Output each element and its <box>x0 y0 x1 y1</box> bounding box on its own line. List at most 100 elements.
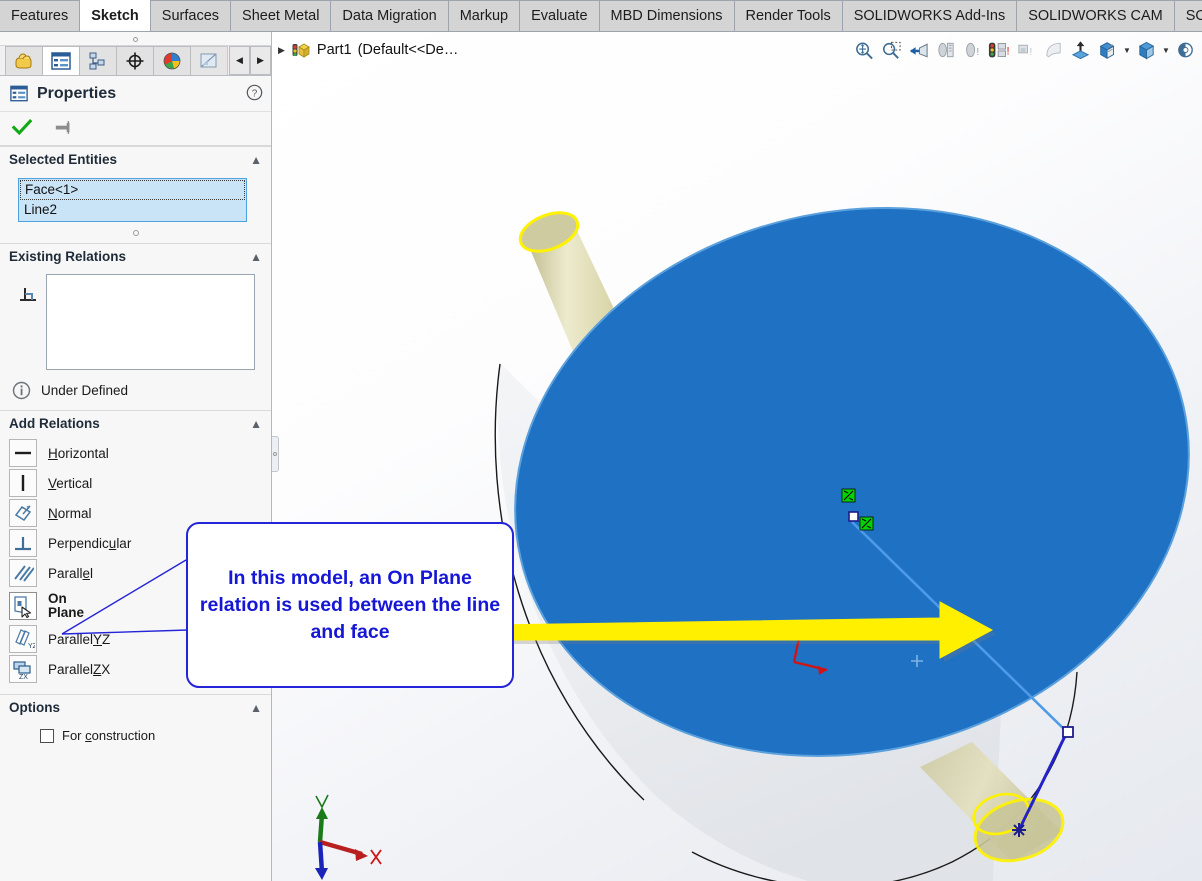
manager-tab-scroll-right[interactable]: ▶ <box>250 46 271 75</box>
sketch-line-endpoint-top[interactable] <box>849 512 858 521</box>
display-style-dropdown-button[interactable] <box>1134 37 1159 63</box>
appearances-tab[interactable] <box>153 46 191 75</box>
relation-marker-upper[interactable] <box>842 489 855 502</box>
status-badge: Under Defined <box>0 370 271 410</box>
list-item[interactable]: Face<1> <box>20 180 245 200</box>
selected-entities-list[interactable]: Face<1> Line2 <box>18 178 247 222</box>
hand-icon <box>13 51 35 71</box>
pin-button[interactable] <box>54 120 74 138</box>
relation-vertical[interactable]: Vertical <box>9 468 271 498</box>
graphics-toolbar: ▶ Part1 (Default<<De… <box>272 32 1202 68</box>
tab-sketch[interactable]: Sketch <box>79 0 150 31</box>
graphics-area[interactable]: ▶ Part1 (Default<<De… <box>272 32 1202 881</box>
tab-markup[interactable]: Markup <box>448 0 519 31</box>
accept-button[interactable] <box>12 119 32 139</box>
view-settings-button[interactable] <box>1095 37 1120 63</box>
existing-relations-area <box>0 269 271 370</box>
annotation-callout: In this model, an On Plane relation is u… <box>186 522 514 688</box>
display-style-button[interactable]: ! <box>987 37 1012 63</box>
normal-relation-icon <box>12 503 34 523</box>
chevron-down-icon[interactable]: ▼ <box>1161 46 1171 55</box>
perpendicular-relation-icon <box>17 284 39 304</box>
zoom-to-fit-button[interactable] <box>852 37 877 63</box>
relation-label-line1: On <box>48 592 84 606</box>
part-configuration[interactable]: (Default<<De… <box>358 42 459 58</box>
section-header-selected-entities[interactable]: Selected Entities ▲ <box>0 146 271 172</box>
horizontal-relation-icon <box>12 443 34 463</box>
display-manager-tab[interactable] <box>190 46 228 75</box>
svg-text:?: ? <box>252 88 258 99</box>
svg-text:ZX: ZX <box>19 674 28 680</box>
view-orientation-eye-button[interactable] <box>1173 37 1198 63</box>
section-view-button[interactable] <box>933 37 958 63</box>
for-construction-checkbox[interactable] <box>40 729 54 743</box>
parallel-yz-relation-icon: YZ <box>11 628 35 650</box>
property-list-icon <box>51 52 71 70</box>
tab-features[interactable]: Features <box>0 0 79 31</box>
tab-mbd-dimensions[interactable]: MBD Dimensions <box>599 0 734 31</box>
section-header-existing-relations[interactable]: Existing Relations ▲ <box>0 243 271 269</box>
sketch-line-endpoint-bottom[interactable] <box>1012 823 1026 837</box>
command-manager-tabs: Features Sketch Surfaces Sheet Metal Dat… <box>0 0 1202 32</box>
property-manager-tab[interactable] <box>42 46 80 75</box>
section-title-options: Options <box>9 700 60 715</box>
tab-data-migration[interactable]: Data Migration <box>330 0 447 31</box>
relation-label: ParallelYZ <box>48 632 110 647</box>
panel-splitter[interactable] <box>0 32 271 46</box>
for-construction-option[interactable]: For construction <box>0 720 271 743</box>
part-name[interactable]: Part1 <box>317 42 352 58</box>
tab-evaluate[interactable]: Evaluate <box>519 0 598 31</box>
section-header-options[interactable]: Options ▲ <box>0 694 271 720</box>
feature-tree-flyout[interactable]: ▶ Part1 (Default<<De… <box>272 41 458 59</box>
tab-solidworks-cam[interactable]: SOLIDWORKS CAM <box>1016 0 1174 31</box>
triangle-right-icon[interactable]: ▶ <box>278 45 285 56</box>
feature-manager-tab[interactable] <box>5 46 43 75</box>
tab-solidworks-add-ins[interactable]: SOLIDWORKS Add-Ins <box>842 0 1017 31</box>
tab-solidworks-inspection[interactable]: SOLID <box>1174 0 1202 31</box>
selected-entities-resize-grip[interactable] <box>0 224 271 239</box>
edit-appearance-button[interactable] <box>1041 37 1066 63</box>
chevron-up-icon[interactable]: ▲ <box>250 153 262 167</box>
relation-label: On Plane <box>48 592 84 620</box>
target-icon <box>125 51 145 71</box>
apply-scene-button[interactable] <box>1068 37 1093 63</box>
view-orientation-button[interactable]: ! <box>960 37 985 63</box>
tab-sheet-metal[interactable]: Sheet Metal <box>230 0 330 31</box>
help-button[interactable]: ? <box>246 84 263 104</box>
for-construction-label: For construction <box>62 728 155 743</box>
parallel-zx-relation-icon-box: ZX <box>9 655 37 683</box>
chevron-up-icon[interactable]: ▲ <box>250 701 262 715</box>
help-question-icon: ? <box>246 84 263 101</box>
existing-relations-list[interactable] <box>46 274 255 370</box>
vertical-relation-icon-box <box>9 469 37 497</box>
section-header-add-relations[interactable]: Add Relations ▲ <box>0 410 271 436</box>
panel-handle-dot <box>273 452 277 456</box>
hide-show-items-button[interactable]: ! <box>1014 37 1039 63</box>
relation-label: Parallel <box>48 566 93 581</box>
zoom-to-area-button[interactable] <box>879 37 904 63</box>
list-item[interactable]: Line2 <box>20 200 245 220</box>
parallel-relation-icon <box>12 563 34 583</box>
part-icon <box>291 41 311 59</box>
manager-tab-scroll-left[interactable]: ◀ <box>229 46 250 75</box>
vertical-relation-icon <box>12 473 34 493</box>
tab-surfaces[interactable]: Surfaces <box>150 0 230 31</box>
relation-label: ParallelZX <box>48 662 110 677</box>
dimxpert-manager-tab[interactable] <box>116 46 154 75</box>
relation-marker-lower[interactable] <box>860 517 873 530</box>
chevron-down-icon[interactable]: ▼ <box>1122 46 1132 55</box>
color-sphere-icon <box>162 51 182 71</box>
chevron-up-icon[interactable]: ▲ <box>250 417 262 431</box>
sketch-line-midpoint[interactable] <box>1063 727 1073 737</box>
section-title-selected-entities: Selected Entities <box>9 152 117 167</box>
configuration-manager-tab[interactable] <box>79 46 117 75</box>
panel-collapse-handle[interactable] <box>272 436 279 472</box>
info-icon <box>12 381 31 400</box>
existing-relations-icon-slot <box>10 274 46 370</box>
previous-view-button[interactable] <box>906 37 931 63</box>
relation-horizontal[interactable]: Horizontal <box>9 438 271 468</box>
chevron-up-icon[interactable]: ▲ <box>250 250 262 264</box>
tab-render-tools[interactable]: Render Tools <box>734 0 842 31</box>
view-toolbar: ! ! <box>852 37 1202 63</box>
svg-text:YZ: YZ <box>28 643 35 650</box>
